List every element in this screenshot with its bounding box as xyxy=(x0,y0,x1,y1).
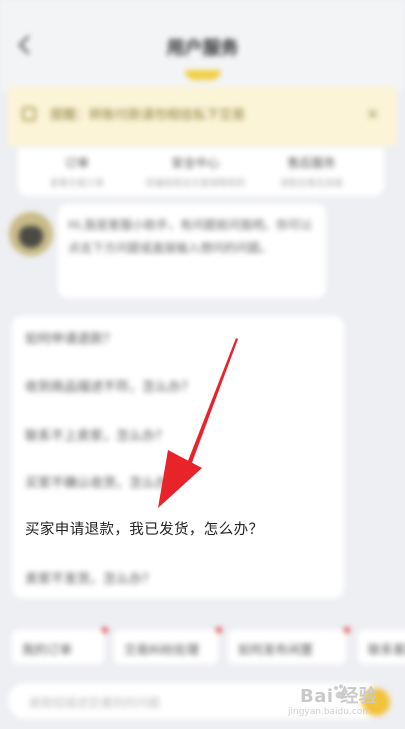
annotation-arrow-icon xyxy=(158,338,238,508)
watermark-brand: Bai 经验 xyxy=(300,686,378,707)
watermark-url: jingyan.baidu.com xyxy=(288,707,372,717)
